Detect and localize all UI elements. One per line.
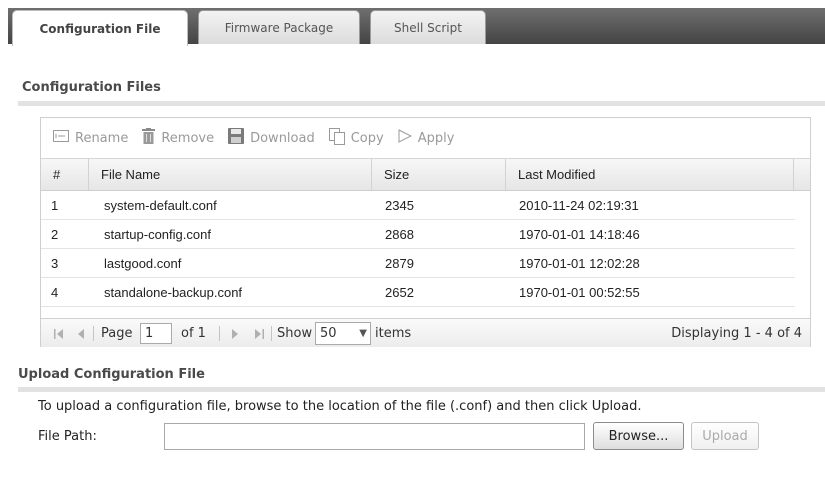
row-number: 1 xyxy=(51,198,59,213)
upload-instructions: To upload a configuration file, browse t… xyxy=(38,399,642,414)
table-row[interactable]: 4 standalone-backup.conf 2652 1970-01-01… xyxy=(41,279,795,307)
page-size-select[interactable]: 50 ▼ xyxy=(315,322,371,345)
browse-button[interactable]: Browse... xyxy=(593,422,684,450)
pager-separator xyxy=(93,326,94,341)
row-file-name: system-default.conf xyxy=(104,198,217,213)
row-last-modified: 2010-11-24 02:19:31 xyxy=(519,198,639,213)
tab-label: Firmware Package xyxy=(224,20,334,35)
row-size: 2652 xyxy=(385,285,414,300)
row-file-name: startup-config.conf xyxy=(104,227,211,242)
row-size: 2879 xyxy=(385,256,414,271)
tab-firmware-package[interactable]: Firmware Package xyxy=(198,10,360,44)
pager-separator xyxy=(271,326,272,341)
copy-label: Copy xyxy=(350,130,384,146)
apply-button[interactable]: Apply xyxy=(398,129,455,147)
page-count-label: of 1 xyxy=(181,326,206,341)
copy-icon xyxy=(328,127,345,149)
row-file-name: standalone-backup.conf xyxy=(104,285,243,300)
tab-shell-script[interactable]: Shell Script xyxy=(370,10,486,44)
previous-page-icon[interactable] xyxy=(77,319,85,348)
show-label: Show xyxy=(277,326,313,341)
configuration-files-grid: Rename Remove Download Copy Apply # File… xyxy=(40,117,811,347)
tab-strip: Configuration File Firmware Package Shel… xyxy=(8,8,825,46)
page-number-input[interactable]: 1 xyxy=(140,323,172,344)
tab-label: Shell Script xyxy=(394,20,462,35)
row-size: 2868 xyxy=(385,227,414,242)
remove-label: Remove xyxy=(161,130,215,146)
row-last-modified: 1970-01-01 14:18:46 xyxy=(519,227,640,242)
upload-button[interactable]: Upload xyxy=(691,422,759,450)
download-label: Download xyxy=(250,130,315,146)
trash-icon xyxy=(142,128,156,148)
tab-label: Configuration File xyxy=(39,21,161,36)
tab-configuration-file[interactable]: Configuration File xyxy=(12,10,188,46)
chevron-down-icon: ▼ xyxy=(359,328,367,339)
table-header: # File Name Size Last Modified xyxy=(41,158,810,191)
rename-label: Rename xyxy=(75,130,129,146)
rename-icon xyxy=(53,130,69,146)
row-last-modified: 1970-01-01 12:02:28 xyxy=(519,256,640,271)
file-path-input[interactable] xyxy=(164,423,585,450)
first-page-icon[interactable] xyxy=(53,319,65,348)
row-number: 3 xyxy=(51,256,59,271)
section-divider xyxy=(18,101,825,106)
column-header-last-modified[interactable]: Last Modified xyxy=(506,159,794,190)
section-divider xyxy=(18,387,825,392)
save-icon xyxy=(228,128,245,148)
section-title-configuration-files: Configuration Files xyxy=(22,80,161,95)
column-header-number[interactable]: # xyxy=(41,159,89,190)
download-button[interactable]: Download xyxy=(228,128,315,148)
items-label: items xyxy=(375,326,412,341)
rename-button[interactable]: Rename xyxy=(53,130,128,146)
page-size-value: 50 xyxy=(320,326,337,341)
copy-button[interactable]: Copy xyxy=(328,127,384,149)
column-header-file-name[interactable]: File Name xyxy=(89,159,372,190)
pager-separator xyxy=(219,326,220,341)
table-row[interactable]: 2 startup-config.conf 2868 1970-01-01 14… xyxy=(41,221,795,249)
page-label: Page xyxy=(101,326,133,341)
table-row[interactable]: 1 system-default.conf 2345 2010-11-24 02… xyxy=(41,192,795,220)
remove-button[interactable]: Remove xyxy=(142,128,214,148)
last-page-icon[interactable] xyxy=(253,319,265,348)
table-row[interactable]: 3 lastgood.conf 2879 1970-01-01 12:02:28 xyxy=(41,250,795,278)
play-icon xyxy=(398,129,412,147)
row-number: 4 xyxy=(51,285,59,300)
row-size: 2345 xyxy=(385,198,414,213)
row-file-name: lastgood.conf xyxy=(104,256,182,271)
file-path-label: File Path: xyxy=(38,429,97,444)
column-header-size[interactable]: Size xyxy=(372,159,506,190)
pagination-bar: Page 1 of 1 Show 50 ▼ items Displaying 1… xyxy=(41,318,810,347)
next-page-icon[interactable] xyxy=(231,319,239,348)
section-title-upload-configuration-file: Upload Configuration File xyxy=(18,367,205,382)
grid-toolbar: Rename Remove Download Copy Apply xyxy=(41,118,810,158)
row-last-modified: 1970-01-01 00:52:55 xyxy=(519,285,640,300)
apply-label: Apply xyxy=(417,130,455,146)
displaying-count: Displaying 1 - 4 of 4 xyxy=(671,326,802,341)
row-number: 2 xyxy=(51,227,59,242)
